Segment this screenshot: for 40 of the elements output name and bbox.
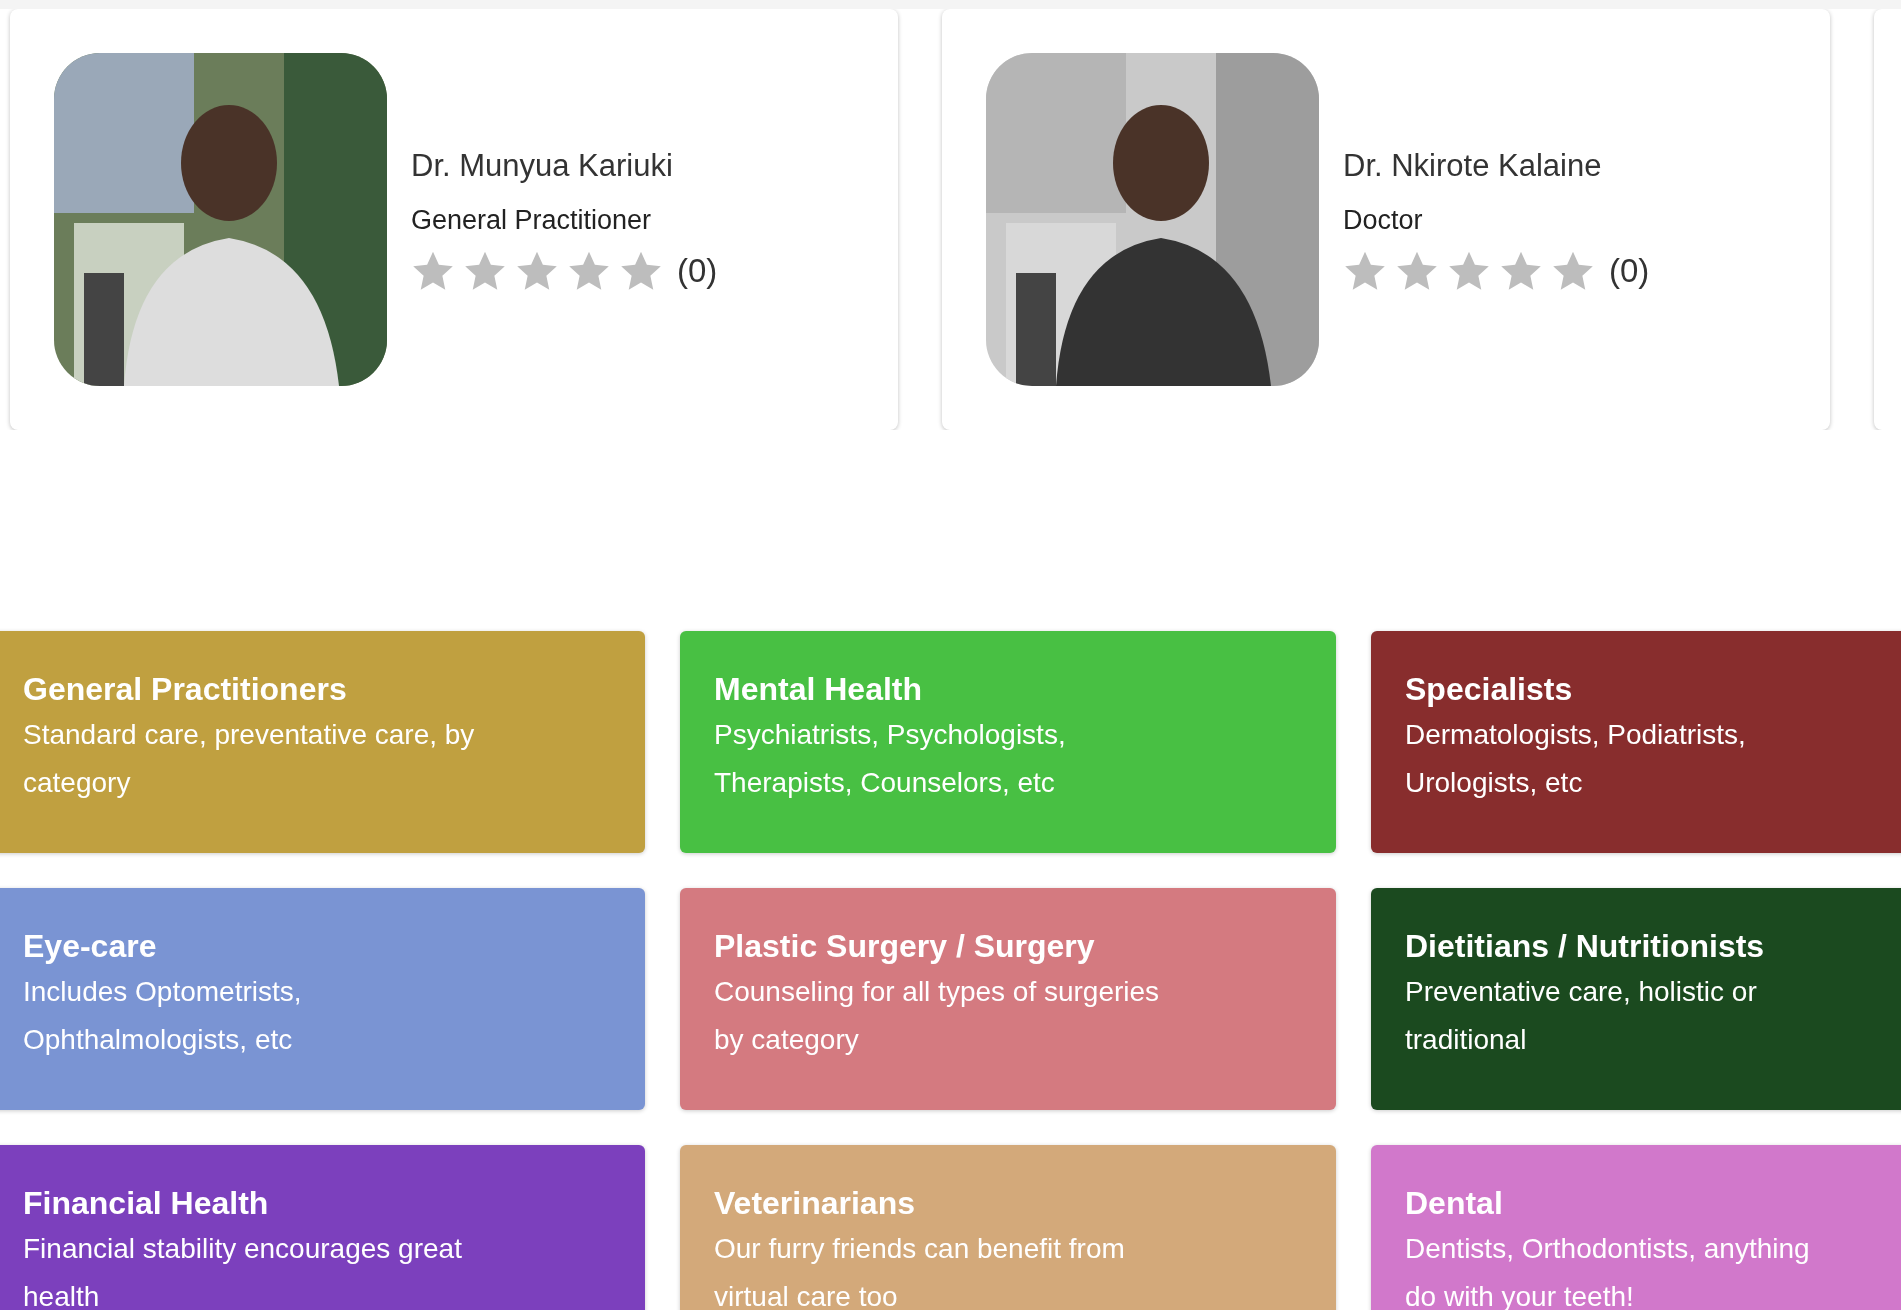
category-description: Counseling for all types of surgeries bbox=[714, 974, 1161, 1009]
review-count: (0) bbox=[1609, 251, 1650, 292]
category-tile[interactable]: General Practitioners Standard care, preventative care, by category bbox=[0, 631, 645, 853]
category-tile[interactable]: Veterinarians Our furry friends can benefit from virtual care too bbox=[680, 1145, 1336, 1310]
category-description: Our furry friends can benefit from bbox=[714, 1231, 1126, 1266]
category-description: Financial stability encourages great bbox=[23, 1231, 463, 1266]
category-description: virtual care too bbox=[714, 1279, 899, 1310]
category-description: by category bbox=[714, 1022, 860, 1057]
category-tile[interactable]: Eye-care Includes Optometrists, Ophthalmologists, etc bbox=[0, 888, 645, 1110]
category-tile[interactable]: Dietitians / Nutritionists Preventative care, holistic or traditional bbox=[1371, 888, 1901, 1110]
doctor-specialty: General Practitioner bbox=[411, 203, 653, 237]
doctor-name: Dr. Munyua Kariuki bbox=[411, 147, 674, 186]
category-title: Veterinarians bbox=[714, 1184, 916, 1223]
review-count: (0) bbox=[677, 251, 718, 292]
category-title: Plastic Surgery / Surgery bbox=[714, 927, 1096, 966]
category-tile[interactable]: Specialists Dermatologists, Podiatrists, Urologists, etc bbox=[1371, 631, 1901, 853]
category-tile[interactable]: Plastic Surgery / Surgery Counseling for all types of surgeries by category bbox=[680, 888, 1336, 1110]
category-description: Ophthalmologists, etc bbox=[23, 1022, 294, 1057]
category-description: category bbox=[23, 765, 132, 800]
doctor-specialty: Doctor bbox=[1343, 203, 1424, 237]
category-title: Financial Health bbox=[23, 1184, 270, 1223]
category-tile[interactable]: Mental Health Psychiatrists, Psychologists, Therapists, Counselors, etc bbox=[680, 631, 1336, 853]
category-description: traditional bbox=[1405, 1022, 1528, 1057]
category-title: Dietitians / Nutritionists bbox=[1405, 927, 1766, 966]
category-description: Dentists, Orthodontists, anything bbox=[1405, 1231, 1811, 1266]
category-description: Urologists, etc bbox=[1405, 765, 1584, 800]
category-description: Standard care, preventative care, by bbox=[23, 717, 476, 752]
category-description: Preventative care, holistic or bbox=[1405, 974, 1758, 1009]
category-title: General Practitioners bbox=[23, 670, 348, 709]
category-description: Psychiatrists, Psychologists, bbox=[714, 717, 1067, 752]
category-title: Eye-care bbox=[23, 927, 158, 966]
category-description: Includes Optometrists, bbox=[23, 974, 303, 1009]
category-description: Dermatologists, Podiatrists, bbox=[1405, 717, 1747, 752]
category-description: health bbox=[23, 1279, 101, 1310]
category-title: Specialists bbox=[1405, 670, 1574, 709]
category-description: Therapists, Counselors, etc bbox=[714, 765, 1056, 800]
category-title: Mental Health bbox=[714, 670, 924, 709]
category-title: Dental bbox=[1405, 1184, 1504, 1223]
category-tile[interactable]: Financial Health Financial stability encourages great health bbox=[0, 1145, 645, 1310]
doctor-name: Dr. Nkirote Kalaine bbox=[1343, 147, 1603, 186]
